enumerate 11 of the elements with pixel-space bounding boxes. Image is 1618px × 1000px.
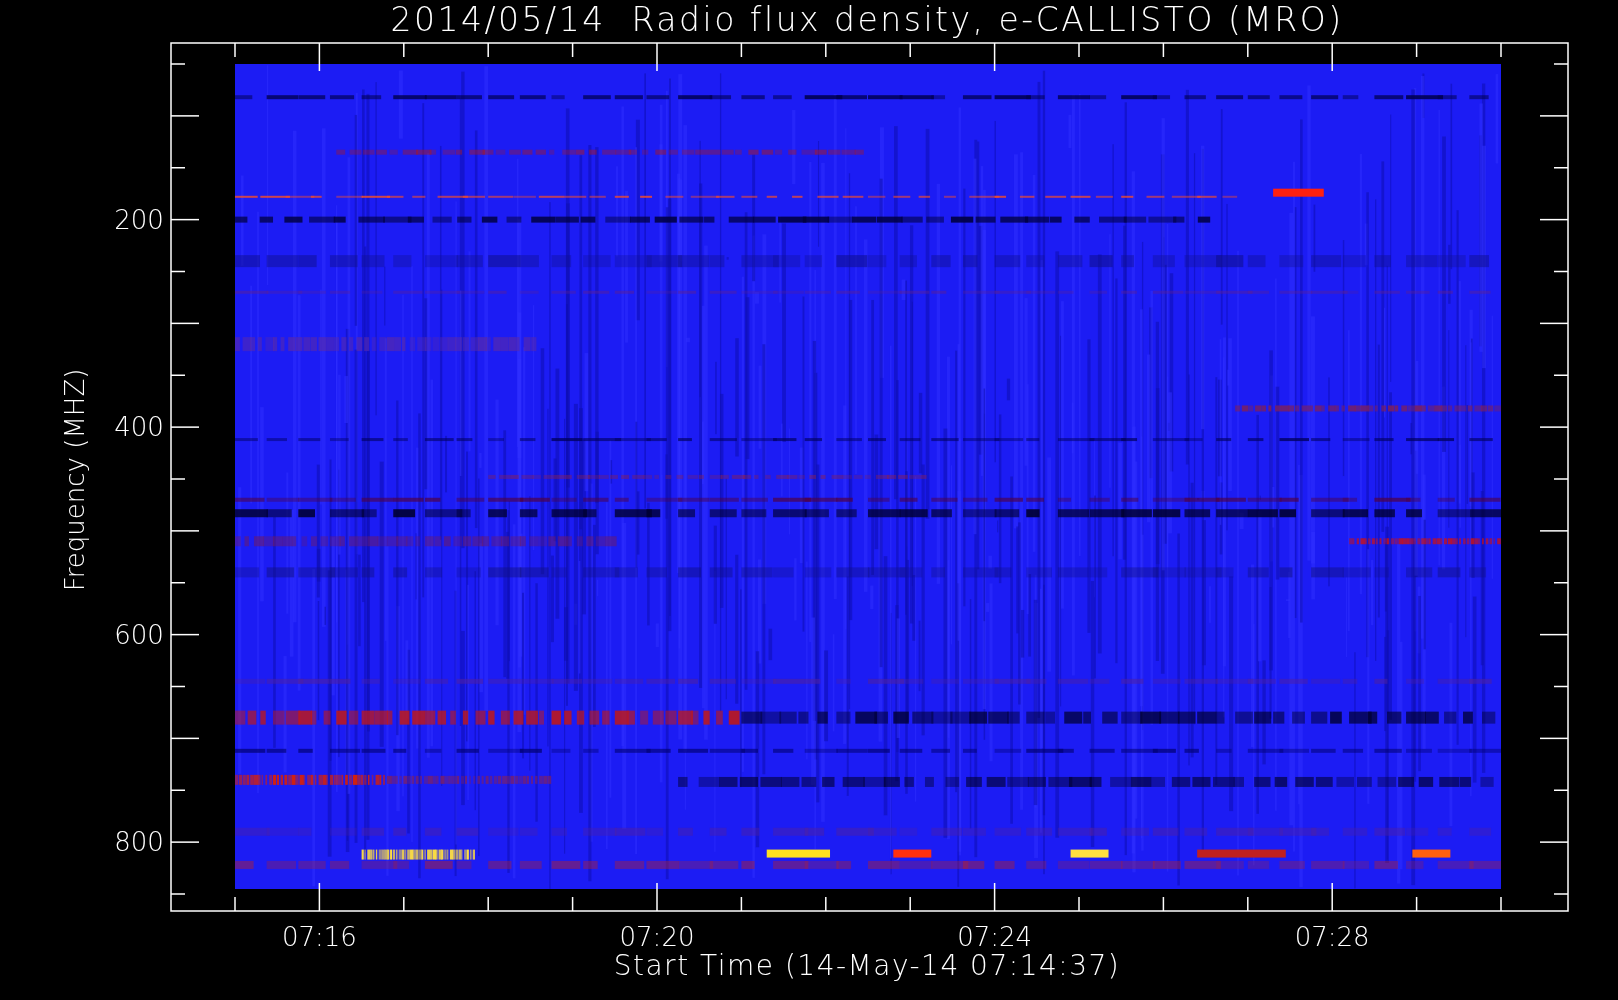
axis-tick-label: 07:28 [1294, 922, 1370, 952]
axis-title: Start Time (14-May-14 07:14:37) [613, 949, 1121, 982]
axis-tick-label: 800 [114, 827, 164, 858]
axis-tick-label: 600 [114, 619, 164, 650]
axis-tick-label: 07:24 [957, 922, 1033, 952]
axis-tick-label: 400 [114, 412, 164, 443]
axis-tick-label: 07:16 [281, 922, 357, 952]
axis-tick-label: 200 [114, 204, 164, 235]
chart-title: 2014/05/14 Radio flux density, e-CALLISTO (MRO) [390, 0, 1344, 39]
axis-tick-label: 07:20 [619, 922, 695, 952]
axis-title: Frequency (MHZ) [60, 368, 90, 592]
